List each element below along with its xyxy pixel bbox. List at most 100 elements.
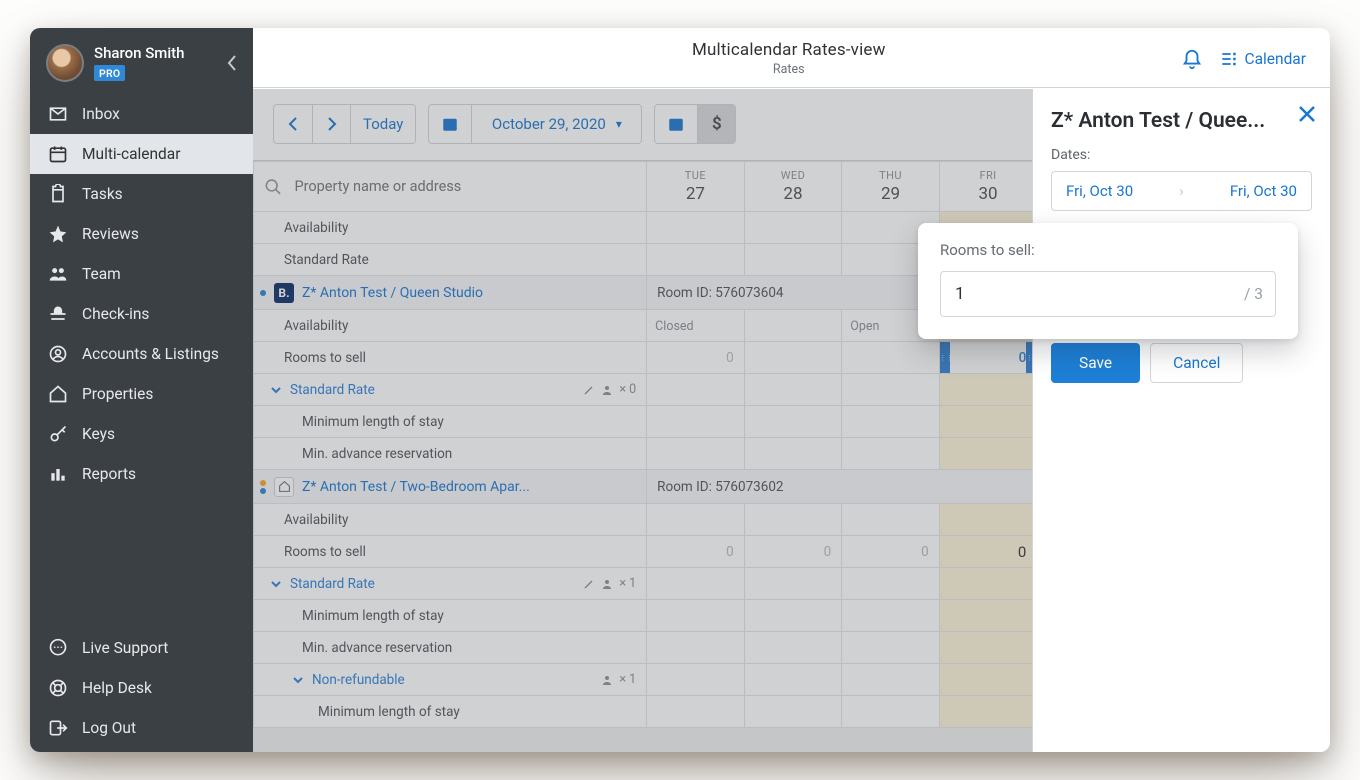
- account-icon: [48, 344, 68, 364]
- collapse-sidebar-icon[interactable]: [227, 55, 237, 71]
- sidebar-item-label: Log Out: [82, 719, 136, 737]
- cell[interactable]: 0: [647, 342, 745, 374]
- row-min-stay: Minimum length of stay: [254, 406, 647, 438]
- date-picker[interactable]: October 29, 2020 ▾: [471, 105, 641, 143]
- sidebar-item-helpdesk[interactable]: Help Desk: [30, 668, 253, 708]
- nav-bottom: Live Support Help Desk Log Out: [30, 626, 253, 752]
- chat-icon: [48, 638, 68, 658]
- sidebar-item-label: Team: [82, 265, 121, 283]
- prev-button[interactable]: [274, 105, 312, 143]
- bell-icon: [48, 304, 68, 324]
- property-search-input[interactable]: [292, 177, 636, 196]
- property-search[interactable]: [264, 177, 636, 197]
- sidebar-item-properties[interactable]: Properties: [30, 374, 253, 414]
- row-rate[interactable]: Standard Rate × 1: [254, 568, 647, 600]
- row-min-stay: Minimum length of stay: [254, 696, 647, 728]
- day-header: FRI30: [939, 162, 1037, 212]
- calendar-link[interactable]: Calendar: [1219, 49, 1307, 69]
- day-header: THU29: [842, 162, 940, 212]
- calendar-icon: [48, 144, 68, 164]
- cell[interactable]: 0: [939, 536, 1037, 568]
- cell[interactable]: 0: [842, 536, 940, 568]
- person-icon: [601, 578, 613, 590]
- drag-handle-left-icon[interactable]: ⋮⋮: [940, 342, 950, 373]
- date-to: Fri, Oct 30: [1230, 182, 1297, 200]
- platform-booking-icon: B.: [274, 283, 294, 303]
- status-dot-icon: [260, 290, 266, 296]
- header: Multicalendar Rates-view Rates Calendar: [253, 28, 1330, 88]
- team-icon: [48, 264, 68, 284]
- day-header: WED28: [744, 162, 842, 212]
- sidebar: Sharon Smith PRO Inbox Multi-calendar Ta…: [30, 28, 253, 752]
- page-subtitle: Rates: [397, 62, 1181, 77]
- avatar[interactable]: [46, 44, 84, 82]
- row-non-refundable[interactable]: Non-refundable × 1: [254, 664, 647, 696]
- cell[interactable]: [842, 342, 940, 374]
- property-name: Z* Anton Test / Queen Studio: [302, 285, 483, 301]
- sidebar-item-reviews[interactable]: Reviews: [30, 214, 253, 254]
- sidebar-item-inbox[interactable]: Inbox: [30, 94, 253, 134]
- today-button[interactable]: Today: [350, 105, 415, 143]
- notifications-button[interactable]: [1181, 48, 1203, 70]
- rooms-popover: Rooms to sell: / 3: [918, 223, 1298, 339]
- next-button[interactable]: [312, 105, 350, 143]
- rooms-total: / 3: [1244, 285, 1263, 303]
- person-icon: [601, 384, 613, 396]
- row-rate[interactable]: Standard Rate × 0: [254, 374, 647, 406]
- status-dots-icon: [260, 480, 266, 494]
- sidebar-item-label: Multi-calendar: [82, 145, 181, 163]
- chevron-right-icon: ›: [1179, 182, 1184, 200]
- sidebar-item-multicalendar[interactable]: Multi-calendar: [30, 134, 253, 174]
- view-rates-button[interactable]: $: [697, 105, 735, 143]
- cancel-button[interactable]: Cancel: [1150, 343, 1243, 383]
- property-row[interactable]: Z* Anton Test / Two-Bedroom Apar...: [254, 470, 647, 504]
- date-range-picker[interactable]: Fri, Oct 30 › Fri, Oct 30: [1051, 171, 1312, 211]
- close-panel-icon[interactable]: [1298, 105, 1316, 123]
- app-window: Sharon Smith PRO Inbox Multi-calendar Ta…: [30, 28, 1330, 752]
- cell[interactable]: 0: [647, 536, 745, 568]
- cell[interactable]: [744, 342, 842, 374]
- sidebar-item-support[interactable]: Live Support: [30, 628, 253, 668]
- sidebar-item-keys[interactable]: Keys: [30, 414, 253, 454]
- chevron-down-icon: ▾: [616, 117, 622, 131]
- row-min-advance: Min. advance reservation: [254, 438, 647, 470]
- edit-icon[interactable]: [583, 578, 595, 590]
- dates-label: Dates:: [1051, 147, 1312, 163]
- rooms-input[interactable]: [953, 283, 1244, 305]
- sidebar-item-checkins[interactable]: Check-ins: [30, 294, 253, 334]
- save-button[interactable]: Save: [1051, 343, 1140, 383]
- edit-icon[interactable]: [583, 384, 595, 396]
- home-icon: [48, 384, 68, 404]
- pro-badge: PRO: [94, 65, 125, 81]
- inbox-icon: [48, 104, 68, 124]
- main-area: Multicalendar Rates-view Rates Calendar …: [253, 28, 1330, 752]
- panel-title: Z* Anton Test / Quee...: [1051, 109, 1312, 133]
- sidebar-item-label: Reports: [82, 465, 136, 483]
- date-icon-button[interactable]: [429, 105, 471, 143]
- person-icon: [601, 674, 613, 686]
- chevron-down-icon: [270, 578, 282, 590]
- sidebar-item-tasks[interactable]: Tasks: [30, 174, 253, 214]
- date-from: Fri, Oct 30: [1066, 182, 1133, 200]
- star-icon: [48, 224, 68, 244]
- sidebar-item-label: Keys: [82, 425, 115, 443]
- row-availability: Availability: [254, 504, 647, 536]
- popover-label: Rooms to sell:: [940, 241, 1276, 259]
- sidebar-item-team[interactable]: Team: [30, 254, 253, 294]
- view-calendar-button[interactable]: [655, 105, 697, 143]
- selected-cell[interactable]: ⋮⋮ 0 ⋮⋮: [939, 342, 1037, 374]
- chart-icon: [48, 464, 68, 484]
- cell[interactable]: 0: [744, 536, 842, 568]
- property-row[interactable]: B. Z* Anton Test / Queen Studio: [254, 276, 647, 310]
- row-availability: Availability: [254, 212, 647, 244]
- sidebar-item-label: Properties: [82, 385, 153, 403]
- chevron-down-icon: [270, 384, 282, 396]
- sidebar-item-label: Reviews: [82, 225, 139, 243]
- user-block: Sharon Smith PRO: [30, 28, 253, 92]
- sidebar-item-reports[interactable]: Reports: [30, 454, 253, 494]
- page-title: Multicalendar Rates-view: [397, 40, 1181, 60]
- sidebar-item-accounts[interactable]: Accounts & Listings: [30, 334, 253, 374]
- user-name: Sharon Smith: [94, 45, 185, 62]
- nav-main: Inbox Multi-calendar Tasks Reviews Team …: [30, 92, 253, 496]
- sidebar-item-logout[interactable]: Log Out: [30, 708, 253, 748]
